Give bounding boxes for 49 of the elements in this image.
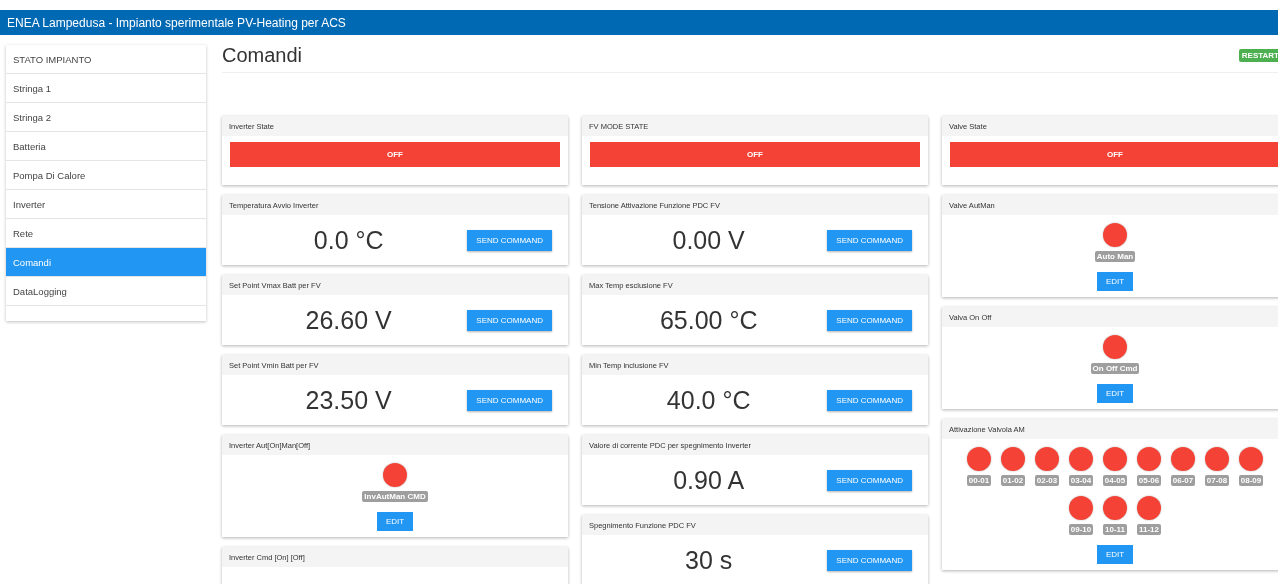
sidebar-item[interactable]: Batteria <box>6 132 206 161</box>
edit-button[interactable]: EDIT <box>376 512 414 531</box>
value-text: 0.90 A <box>672 465 746 495</box>
value-text: 40.0 °C <box>665 385 752 415</box>
sidebar-item[interactable]: Pompa Di Calore <box>6 161 206 190</box>
lamp-label: Auto Man <box>1094 251 1136 262</box>
edit-button[interactable]: EDIT <box>1096 384 1134 403</box>
send-command-button[interactable]: SEND COMMAND <box>827 469 912 491</box>
lamp-label: 02-03 <box>1034 475 1060 486</box>
send-command-button[interactable]: SEND COMMAND <box>827 309 912 331</box>
sidebar-item[interactable]: STATO IMPIANTO <box>6 45 206 74</box>
send-command-button[interactable]: SEND COMMAND <box>827 389 912 411</box>
value-text: 0.0 °C <box>312 225 385 255</box>
lamp-label: InvAutMan CMD <box>362 491 428 502</box>
send-command-button[interactable]: SEND COMMAND <box>467 229 552 251</box>
lamp-label: 11-12 <box>1137 524 1161 535</box>
edit-button[interactable]: EDIT <box>1096 272 1134 291</box>
value-text: 0.00 V <box>671 225 746 255</box>
sidebar-item[interactable]: DataLogging <box>6 277 206 306</box>
lamp-label: 05-06 <box>1136 475 1162 486</box>
lamp-label: 09-10 <box>1068 524 1094 535</box>
send-command-button[interactable]: SEND COMMAND <box>827 229 912 251</box>
page-title: Comandi <box>222 44 303 67</box>
lamp-label: 03-04 <box>1068 475 1094 486</box>
value-text: 23.50 V <box>304 385 393 415</box>
value-text: 26.60 V <box>304 305 393 335</box>
edit-button[interactable]: EDIT <box>1096 545 1134 564</box>
sidebar-item[interactable]: Stringa 2 <box>6 103 206 132</box>
send-command-button[interactable]: SEND COMMAND <box>467 309 552 331</box>
restart-button[interactable]: RESTART <box>1238 49 1278 62</box>
app-title: ENEA Lampedusa - Impianto sperimentale PV-Heating per ACS <box>7 15 346 30</box>
sidebar-item[interactable]: Stringa 1 <box>6 74 206 103</box>
value-text: 30 s <box>684 545 734 575</box>
lamp-label: 01-02 <box>1000 475 1026 486</box>
send-command-button[interactable]: SEND COMMAND <box>827 549 912 571</box>
send-command-button[interactable]: SEND COMMAND <box>467 389 552 411</box>
status-bar: OFF <box>950 142 1278 167</box>
lamp-label: 07-08 <box>1204 475 1230 486</box>
lamp-label: 06-07 <box>1170 475 1196 486</box>
status-bar: OFF <box>590 142 920 167</box>
sidebar-item[interactable]: Inverter <box>6 190 206 219</box>
sidebar-item[interactable]: Comandi <box>6 248 206 277</box>
lamp-label: 00-01 <box>966 475 992 486</box>
value-text: 65.00 °C <box>658 305 759 335</box>
lamp-label: On Off Cmd <box>1090 363 1140 374</box>
lamp-label: 10-11 <box>1103 524 1127 535</box>
lamp-label: 04-05 <box>1102 475 1128 486</box>
status-bar: OFF <box>230 142 560 167</box>
lamp-label: 08-09 <box>1238 475 1264 486</box>
